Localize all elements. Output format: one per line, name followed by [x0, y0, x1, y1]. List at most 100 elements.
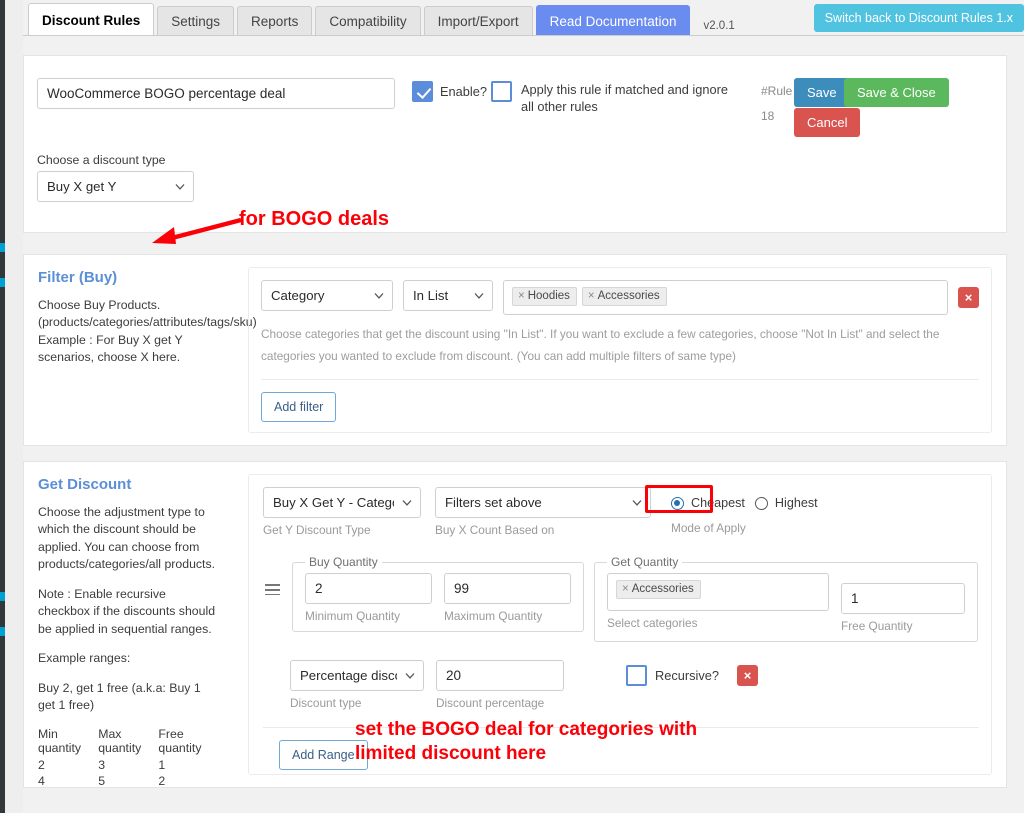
buy-quantity-fields: Minimum Quantity Maximum Quantity [305, 573, 571, 623]
mode-of-apply-group: Cheapest Highest Mode of Apply [665, 487, 824, 535]
tab-label: Import/Export [437, 14, 519, 29]
bogo-arrow-annotation [152, 217, 242, 244]
save-button[interactable]: Save [794, 78, 850, 107]
rule-name-input[interactable] [37, 78, 395, 109]
tab-import-export[interactable]: Import/Export [423, 6, 533, 36]
discount-type-row-select-wrap[interactable]: Percentage discount [290, 660, 424, 691]
buy-x-count-group: Filters set above Buy X Count Based on [435, 487, 651, 537]
discount-row: Percentage discount Discount type Discou… [290, 660, 979, 710]
get-y-discount-type-label: Get Y Discount Type [263, 523, 371, 537]
cell-free: 2 [158, 773, 166, 788]
buy-x-count-select[interactable]: Filters set above [435, 487, 651, 518]
cell-max: 5 [98, 773, 106, 788]
bogo-annotation-text: for BOGO deals [239, 208, 390, 230]
save-and-close-button[interactable]: Save & Close [844, 78, 949, 107]
token-label: Accessories [597, 290, 660, 302]
filter-category-tokens[interactable]: × Hoodies × Accessories [503, 280, 948, 315]
filter-buy-help: Choose Buy Products. (products/categorie… [38, 298, 257, 365]
buy-quantity-legend: Buy Quantity [309, 555, 378, 569]
mode-cheapest-radio[interactable] [671, 496, 684, 510]
get-y-discount-type-group: Buy X Get Y - Categories Get Y Discount … [263, 487, 421, 537]
buy-x-count-label: Buy X Count Based on [435, 523, 555, 537]
get-discount-help-3: Example ranges: [38, 651, 131, 666]
get-quantity-fields: ×Accessories Select categories Free Quan… [607, 573, 965, 633]
maximum-quantity-group: Maximum Quantity [444, 573, 571, 623]
discount-type-select-wrap[interactable]: Buy X get Y [37, 171, 194, 202]
col-max-quantity: Max quantity [98, 726, 142, 755]
drag-handle-icon[interactable] [263, 580, 282, 599]
discount-type-row-label: Discount type [290, 696, 362, 710]
minimum-quantity-group: Minimum Quantity [305, 573, 432, 623]
mode-of-apply-label: Mode of Apply [671, 521, 746, 535]
tab-compatibility[interactable]: Compatibility [315, 6, 421, 36]
tab-reports[interactable]: Reports [237, 6, 313, 36]
token-remove-icon[interactable]: × [588, 290, 595, 302]
switch-back-button[interactable]: Switch back to Discount Rules 1.x [813, 4, 1024, 32]
tab-label: Discount Rules [42, 12, 141, 28]
filter-type-select[interactable]: Category [261, 280, 393, 311]
minimum-quantity-label: Minimum Quantity [305, 609, 401, 623]
exclusive-rule-checkbox-group[interactable]: Apply this rule if matched and ignore al… [491, 81, 736, 116]
enable-checkbox-group[interactable]: Enable? [412, 81, 487, 102]
get-quantity-legend: Get Quantity [611, 555, 679, 569]
filter-operator-select-wrap[interactable]: In List [403, 280, 493, 311]
free-quantity-label: Free Quantity [841, 619, 913, 633]
mode-of-apply-radios: Cheapest Highest [665, 487, 824, 519]
minimum-quantity-input[interactable] [305, 573, 432, 604]
add-filter-button[interactable]: Add filter [261, 391, 337, 422]
remove-filter-button[interactable]: × [958, 287, 979, 308]
category-token[interactable]: × Accessories [581, 287, 667, 306]
discount-type-select[interactable]: Buy X get Y [37, 171, 194, 202]
wp-admin-rail-spacer [5, 0, 23, 813]
table-row: 2 3 1 [38, 757, 218, 773]
bogo-range-annotation-line-2: limited discount here [355, 743, 547, 764]
discount-type-row-select[interactable]: Percentage discount [290, 660, 424, 691]
cell-max: 3 [98, 757, 106, 772]
token-remove-icon[interactable]: × [518, 290, 525, 302]
get-quantity-category-tokens[interactable]: × Accessories [607, 573, 829, 611]
get-discount-title: Get Discount [38, 476, 132, 493]
recursive-group[interactable]: Recursive? × [626, 665, 759, 686]
get-y-discount-type-select-wrap[interactable]: Buy X Get Y - Categories [263, 487, 421, 518]
exclusive-rule-checkbox[interactable] [491, 81, 512, 102]
recursive-checkbox[interactable] [626, 665, 647, 686]
filter-operator-select[interactable]: In List [403, 280, 493, 311]
mode-cheapest-label: Cheapest [691, 496, 745, 510]
table-header-row: Min quantity Max quantity Free quantity [38, 727, 218, 757]
discount-percentage-group: Discount percentage [436, 660, 564, 710]
mode-highest-radio[interactable] [754, 496, 768, 510]
token-remove-icon[interactable]: × [622, 583, 629, 595]
tab-discount-rules[interactable]: Discount Rules [28, 3, 155, 36]
free-quantity-input[interactable] [841, 583, 965, 614]
filter-type-select-wrap[interactable]: Category [261, 280, 393, 311]
tab-read-documentation[interactable]: Read Documentation [535, 5, 691, 36]
recursive-label: Recursive? [655, 668, 720, 683]
get-discount-description: Get Discount Choose the adjustment type … [24, 462, 234, 788]
wp-admin-rail-accent-3 [0, 592, 5, 601]
enable-checkbox[interactable] [412, 81, 433, 102]
category-token[interactable]: × Accessories [616, 580, 701, 599]
filter-buy-body: Category In List × Hoodies × Accessories… [234, 255, 1006, 445]
app-root: Discount Rules Settings Reports Compatib… [0, 0, 1024, 813]
cancel-button[interactable]: Cancel [794, 108, 861, 137]
cell-free: 1 [158, 757, 166, 772]
tab-bar: Discount Rules Settings Reports Compatib… [23, 0, 1024, 36]
tab-settings[interactable]: Settings [157, 6, 235, 36]
col-min-quantity: Min quantity [38, 726, 82, 755]
get-y-discount-type-select[interactable]: Buy X Get Y - Categories [263, 487, 421, 518]
discount-percentage-input[interactable] [436, 660, 564, 691]
remove-range-button[interactable]: × [737, 665, 759, 686]
enable-label: Enable? [440, 84, 487, 99]
category-token[interactable]: × Hoodies [512, 287, 577, 306]
version-label: v2.0.1 [703, 20, 735, 32]
discount-type-group: Percentage discount Discount type [290, 660, 424, 710]
wp-admin-rail-accent-1 [0, 243, 5, 252]
tab-label: Compatibility [329, 14, 407, 29]
token-label: Accessories [631, 583, 694, 595]
exclusive-rule-label: Apply this rule if matched and ignore al… [521, 82, 728, 115]
get-quantity-fieldset: Get Quantity × Accessories Select categor… [594, 555, 978, 642]
buy-x-count-select-wrap[interactable]: Filters set above [435, 487, 651, 518]
maximum-quantity-input[interactable] [444, 573, 571, 604]
filter-buy-panel: Filter (Buy) Choose Buy Products. (produ… [23, 254, 1007, 644]
get-discount-help-1: Choose the adjustment type to which the … [38, 505, 216, 572]
